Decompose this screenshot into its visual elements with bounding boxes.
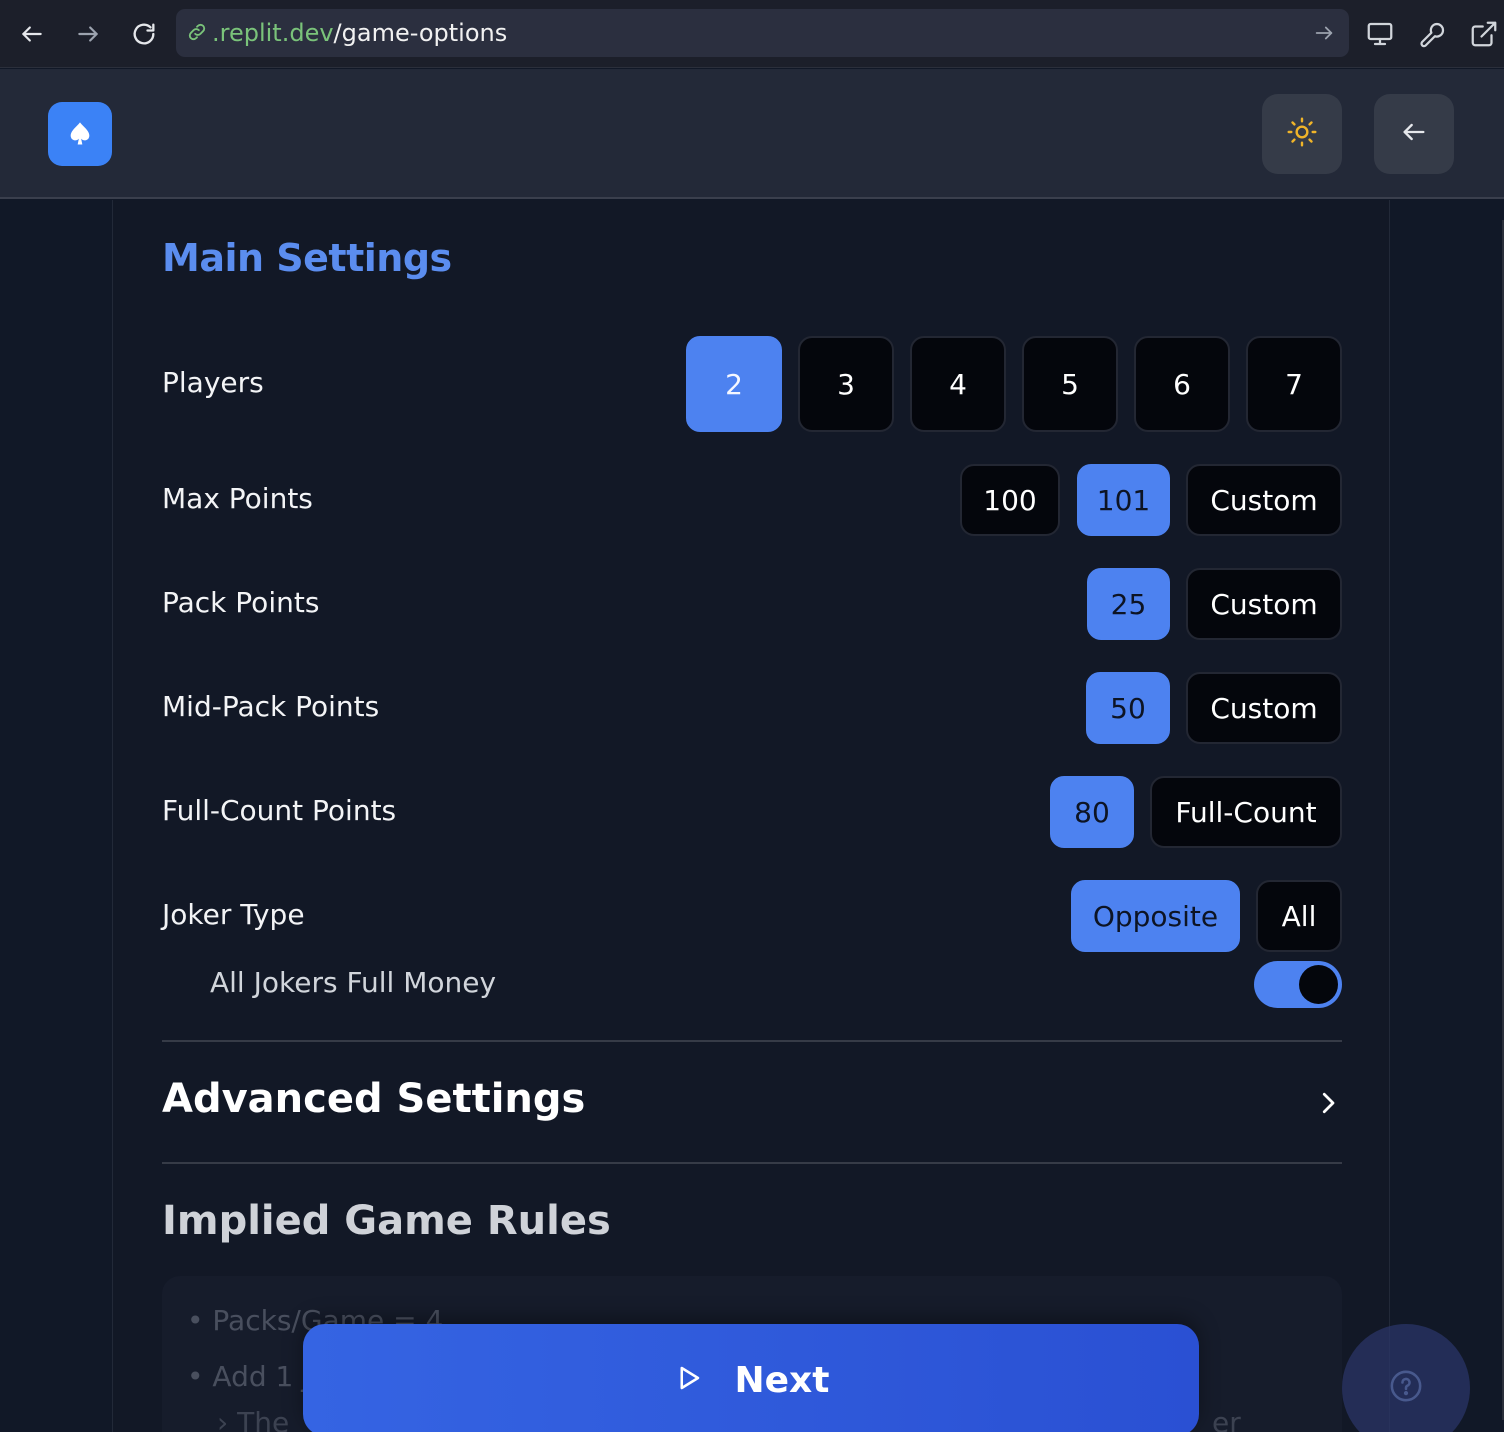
players-option-4[interactable]: 4	[910, 336, 1006, 432]
rule-text: er	[1212, 1406, 1241, 1432]
back-button[interactable]	[1374, 94, 1454, 174]
rule-text: The	[237, 1406, 290, 1432]
browser-toolbar: .replit.dev/game-options	[0, 0, 1504, 68]
address-bar[interactable]: .replit.dev/game-options	[176, 9, 1349, 57]
mid-pack-points-option-50[interactable]: 50	[1086, 672, 1170, 744]
next-button[interactable]: Next	[303, 1324, 1199, 1432]
full-count-points-option-full-count[interactable]: Full-Count	[1150, 776, 1342, 848]
external-link-icon[interactable]	[1464, 14, 1504, 54]
divider	[162, 1162, 1342, 1164]
wrench-icon[interactable]	[1413, 14, 1453, 54]
settings-panel: Main Settings Players 2 3 4 5 6 7 Max Po…	[112, 200, 1390, 1432]
advanced-settings-title[interactable]: Advanced Settings	[162, 1076, 585, 1122]
reload-icon[interactable]	[124, 14, 164, 54]
sun-icon	[1286, 116, 1318, 152]
play-icon	[673, 1363, 703, 1397]
rule-text: Add 1 J	[212, 1360, 311, 1393]
all-jokers-full-money-toggle[interactable]	[1254, 961, 1342, 1008]
implied-game-rules-title: Implied Game Rules	[162, 1198, 611, 1244]
list-item: › The	[217, 1406, 289, 1432]
joker-type-label: Joker Type	[162, 898, 305, 931]
chevron-right-icon[interactable]	[1313, 1088, 1343, 1118]
pack-points-option-25[interactable]: 25	[1087, 568, 1170, 640]
joker-type-option-opposite[interactable]: Opposite	[1071, 880, 1240, 952]
pack-points-label: Pack Points	[162, 586, 320, 619]
max-points-option-custom[interactable]: Custom	[1186, 464, 1342, 536]
max-points-option-101[interactable]: 101	[1077, 464, 1170, 536]
monitor-icon[interactable]	[1360, 14, 1400, 54]
question-circle-icon	[1389, 1369, 1423, 1407]
max-points-label: Max Points	[162, 482, 313, 515]
mid-pack-points-option-custom[interactable]: Custom	[1186, 672, 1342, 744]
go-arrow-icon[interactable]	[1313, 22, 1335, 48]
spade-icon[interactable]	[48, 102, 112, 166]
mid-pack-points-label: Mid-Pack Points	[162, 690, 380, 723]
app-header	[0, 69, 1504, 199]
url-domain: .replit.dev	[212, 19, 334, 47]
players-label: Players	[162, 366, 264, 399]
all-jokers-full-money-label: All Jokers Full Money	[210, 966, 497, 999]
next-label: Next	[734, 1359, 830, 1401]
players-option-3[interactable]: 3	[798, 336, 894, 432]
link-icon	[186, 21, 208, 47]
arrow-left-icon	[1400, 118, 1428, 150]
url-text: .replit.dev/game-options	[212, 9, 507, 57]
toggle-knob	[1299, 965, 1338, 1004]
full-count-points-label: Full-Count Points	[162, 794, 397, 827]
players-option-5[interactable]: 5	[1022, 336, 1118, 432]
players-option-2[interactable]: 2	[686, 336, 782, 432]
back-arrow-icon[interactable]	[12, 14, 52, 54]
full-count-points-option-80[interactable]: 80	[1050, 776, 1134, 848]
url-path: /game-options	[333, 19, 508, 47]
joker-type-option-all[interactable]: All	[1256, 880, 1342, 952]
max-points-option-100[interactable]: 100	[960, 464, 1060, 536]
pack-points-option-custom[interactable]: Custom	[1186, 568, 1342, 640]
main-settings-title: Main Settings	[162, 236, 452, 280]
forward-arrow-icon[interactable]	[68, 14, 108, 54]
players-option-6[interactable]: 6	[1134, 336, 1230, 432]
list-item: • Add 1 J	[187, 1360, 311, 1393]
divider	[162, 1040, 1342, 1042]
theme-toggle-button[interactable]	[1262, 94, 1342, 174]
players-option-7[interactable]: 7	[1246, 336, 1342, 432]
